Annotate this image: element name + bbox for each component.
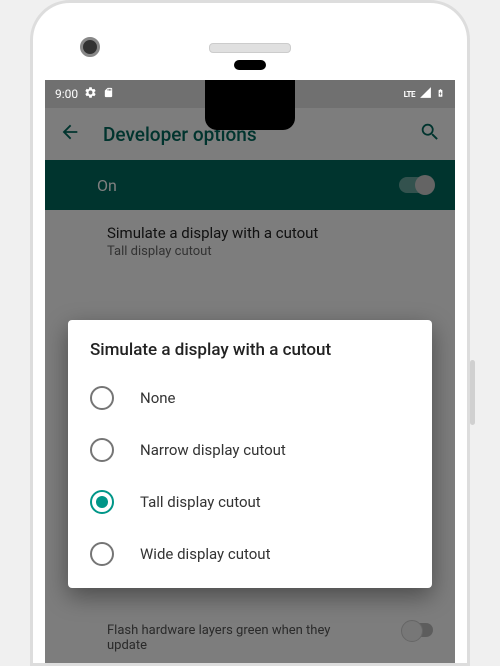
phone-hardware-top: [45, 15, 455, 80]
status-time: 9:00: [55, 87, 78, 101]
radio-label: Tall display cutout: [140, 493, 261, 511]
sensor-icon: [234, 60, 266, 70]
lte-icon: LTE: [404, 90, 415, 99]
phone-frame: 9:00 LTE: [30, 0, 470, 666]
radio-icon[interactable]: [90, 490, 114, 514]
radio-label: Narrow display cutout: [140, 441, 286, 459]
sd-card-icon: [103, 86, 114, 102]
radio-option[interactable]: None: [68, 372, 432, 424]
dialog-title: Simulate a display with a cutout: [68, 340, 432, 372]
display-notch: [205, 80, 295, 130]
speaker-icon: [209, 43, 291, 53]
signal-icon: [419, 86, 432, 102]
radio-icon[interactable]: [90, 386, 114, 410]
radio-label: None: [140, 389, 176, 407]
camera-icon: [80, 37, 100, 57]
phone-side-button: [470, 360, 475, 425]
radio-icon[interactable]: [90, 438, 114, 462]
battery-icon: [436, 86, 445, 103]
cutout-dialog: Simulate a display with a cutout None Nar…: [68, 320, 432, 588]
radio-icon[interactable]: [90, 542, 114, 566]
radio-option[interactable]: Tall display cutout: [68, 476, 432, 528]
radio-label: Wide display cutout: [140, 545, 271, 563]
radio-option[interactable]: Wide display cutout: [68, 528, 432, 580]
screen: 9:00 LTE: [45, 80, 455, 663]
radio-option[interactable]: Narrow display cutout: [68, 424, 432, 476]
gear-icon: [84, 86, 97, 102]
